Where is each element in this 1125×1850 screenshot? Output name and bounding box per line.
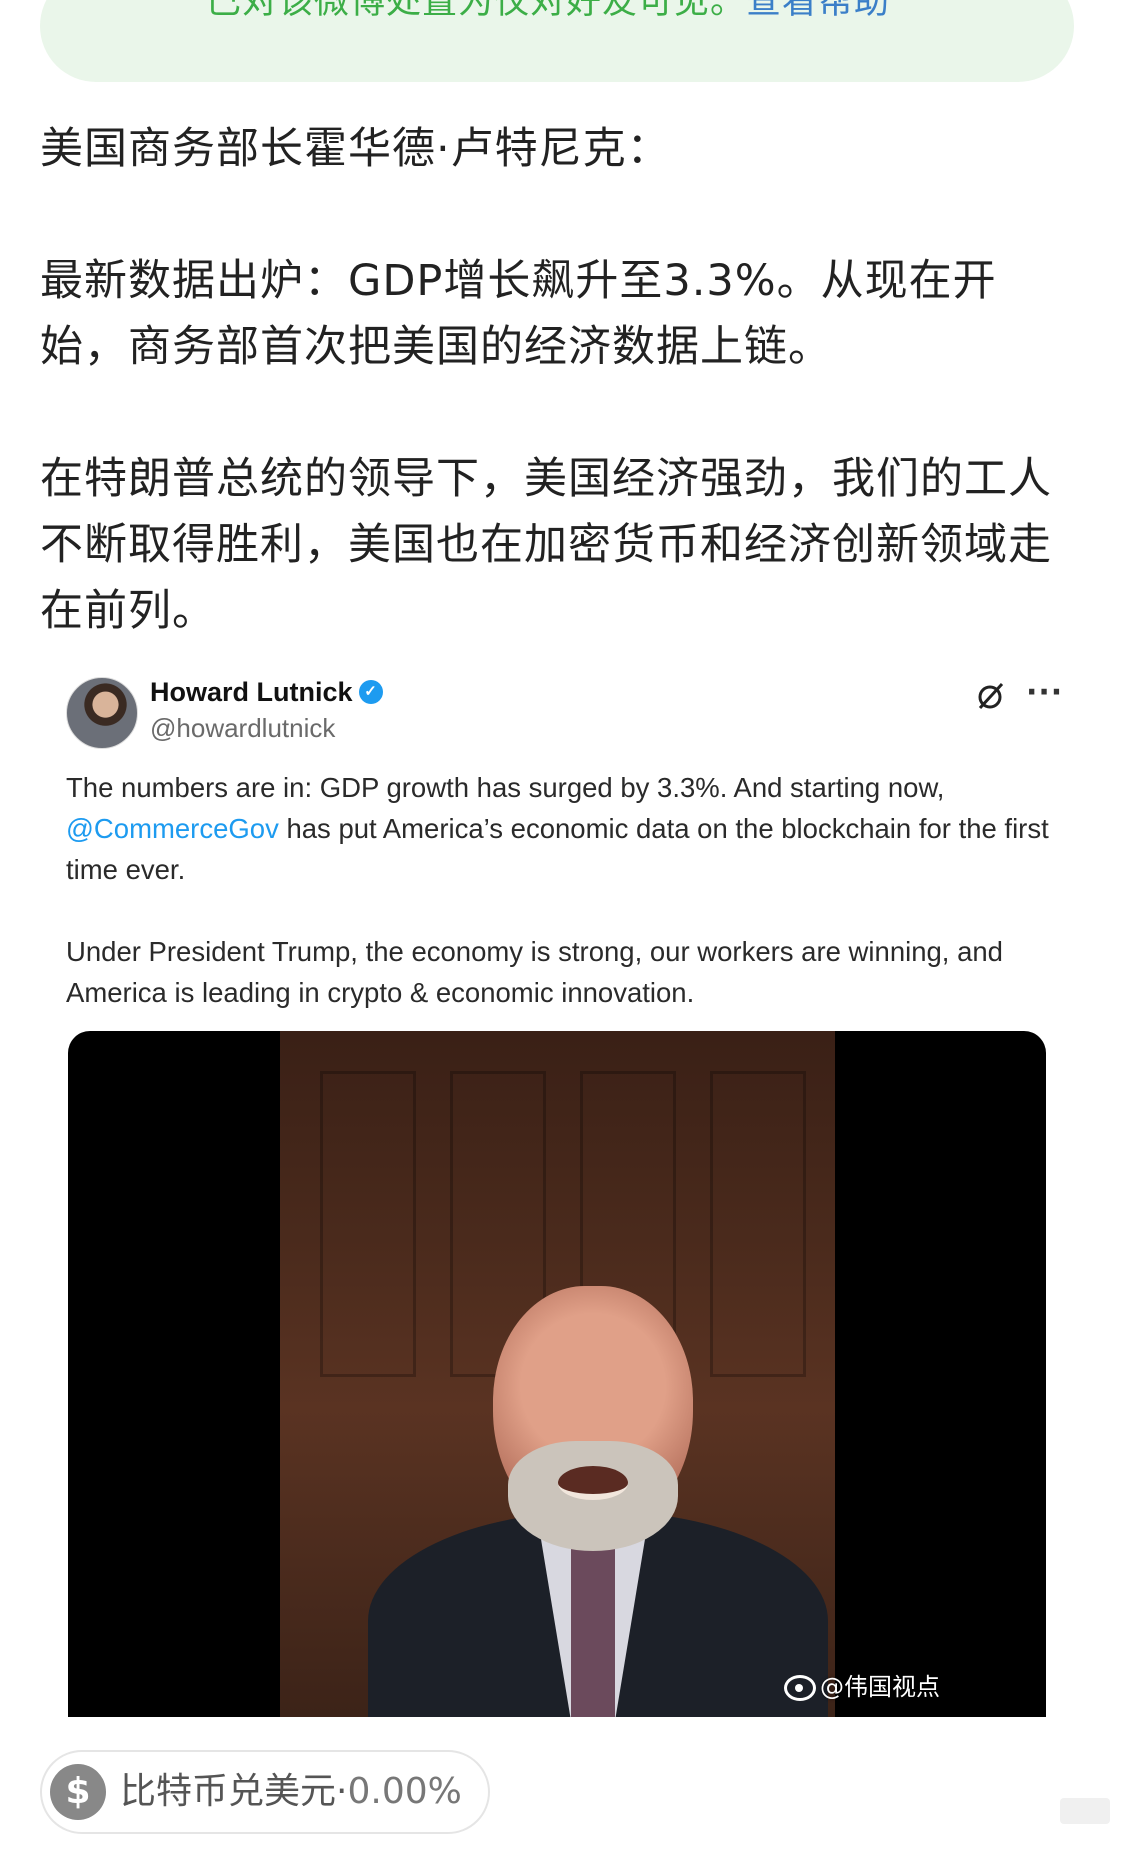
verified-badge-icon: ✓ — [358, 679, 383, 704]
post-text: 美国商务部长霍华德·卢特尼克： 最新数据出炉：GDP增长飙升至3.3%。从现在开… — [40, 116, 1080, 644]
tweet-video[interactable]: @伟国视点 — [68, 1031, 1046, 1717]
tweet-paragraph-2: Under President Trump, the economy is st… — [66, 936, 1003, 1008]
tweet-card[interactable]: Howard Lutnick ✓ @howardlutnick ··· The n… — [40, 665, 1080, 1725]
chip-label: 比特币兑美元·0.00% — [120, 1768, 462, 1816]
visibility-notice: ⚡ 已对该微博处置为仅对好友可见。查看帮助 — [40, 0, 1074, 82]
tweet-body: The numbers are in: GDP growth has surge… — [66, 767, 1056, 1013]
help-link[interactable]: 查看帮助 — [746, 0, 890, 22]
person-mouth — [558, 1466, 628, 1500]
chip-separator: · — [336, 1771, 348, 1812]
watermark: @伟国视点 — [784, 1667, 940, 1702]
tweet-author-name[interactable]: Howard Lutnick ✓ — [150, 675, 383, 709]
watermark-text: @伟国视点 — [820, 1673, 940, 1701]
wood-panel — [710, 1071, 806, 1377]
post-line-1: 美国商务部长霍华德·卢特尼克： — [40, 124, 671, 174]
chip-value: 0.00% — [347, 1771, 462, 1812]
author-name-text: Howard Lutnick — [150, 677, 353, 707]
chip-label-text: 比特币兑美元 — [120, 1771, 337, 1812]
mention-link[interactable]: @CommerceGov — [66, 813, 279, 844]
btc-usd-chip[interactable]: $ 比特币兑美元·0.00% — [40, 1750, 490, 1834]
tweet-author-handle[interactable]: @howardlutnick — [150, 711, 335, 745]
avatar[interactable] — [66, 677, 138, 749]
post-paragraph-3: 在特朗普总统的领导下，美国经济强劲，我们的工人不断取得胜利，美国也在加密货币和经… — [40, 454, 1052, 636]
more-icon[interactable]: ··· — [1026, 675, 1063, 710]
notice-tail — [158, 50, 186, 64]
tweet-text-part1: The numbers are in: GDP growth has surge… — [66, 772, 945, 803]
notice-message: 已对该微博处置为仅对好友可见。 — [206, 0, 747, 22]
grok-icon[interactable] — [976, 681, 1006, 711]
weibo-icon — [784, 1675, 816, 1701]
corner-icon — [1060, 1798, 1110, 1824]
post-paragraph-2: 最新数据出炉：GDP增长飙升至3.3%。从现在开始，商务部首次把美国的经济数据上… — [40, 256, 997, 372]
tweet-paragraph-1: The numbers are in: GDP growth has surge… — [66, 767, 1056, 890]
dollar-icon: $ — [50, 1764, 106, 1820]
wood-panel — [320, 1071, 416, 1377]
notice-text: 已对该微博处置为仅对好友可见。查看帮助 — [206, 0, 890, 24]
